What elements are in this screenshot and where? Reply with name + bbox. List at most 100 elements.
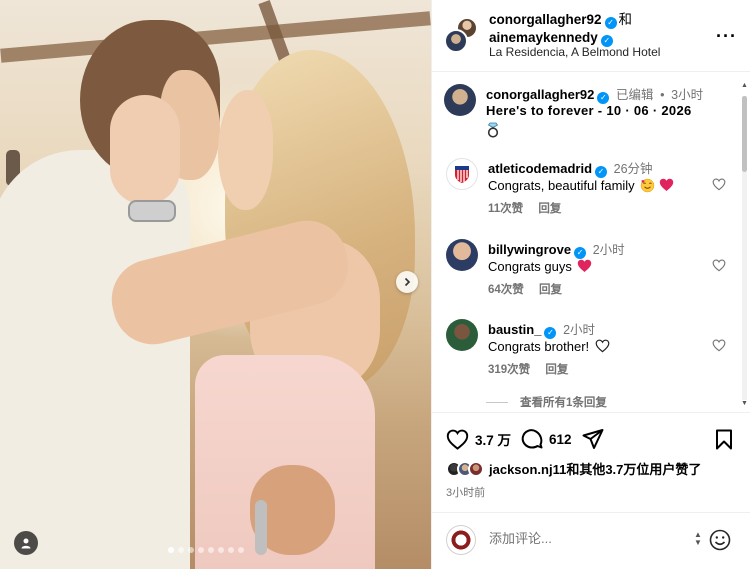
post-actions: 3.7 万 612 jackson.nj11和其他3.7万位用户赞了 3小时前 — [432, 412, 750, 512]
liked-by: jackson.nj11和其他3.7万位用户赞了 — [446, 459, 701, 478]
like-comment-button[interactable] — [712, 339, 726, 357]
photo-pergola-beam — [0, 11, 431, 63]
smiling-face-with-hearts-icon — [641, 178, 655, 193]
avatar[interactable] — [446, 239, 478, 271]
caption-time[interactable]: 3小时 — [671, 88, 703, 102]
comment-username[interactable]: atleticodemadrid — [488, 161, 592, 176]
carousel-dot[interactable] — [178, 547, 184, 553]
scroll-up-arrow-icon[interactable]: ▲ — [741, 82, 748, 89]
white-heart-icon — [595, 339, 610, 353]
comment-like-count[interactable]: 319次赞 — [488, 364, 530, 376]
comment-like-count[interactable]: 11次赞 — [488, 203, 523, 215]
caption-text: Here's to forever - 10 · 06 · 2026 — [486, 103, 692, 118]
post-timestamp[interactable]: 3小时前 — [446, 484, 485, 500]
replies-divider — [486, 401, 508, 403]
comment-reply-button[interactable]: 回复 — [538, 203, 561, 215]
comment-count[interactable]: 612 — [549, 432, 572, 447]
comment-body: Congrats, beautiful family — [488, 178, 635, 193]
avatar[interactable] — [468, 460, 484, 477]
post-side-panel: conorgallagher92 ✓ 和 ainemaykennedy ✓ La Re… — [431, 0, 750, 569]
comment-input[interactable] — [489, 531, 669, 546]
scroll-down-arrow-icon[interactable]: ▼ — [741, 400, 748, 407]
comment-username[interactable]: billywingrove — [488, 242, 571, 257]
club-crest-icon — [450, 529, 472, 551]
paper-plane-icon — [582, 429, 604, 449]
verified-badge-icon: ✓ — [595, 166, 608, 178]
carousel-dot[interactable] — [188, 547, 194, 553]
like-count[interactable]: 3.7 万 — [475, 429, 511, 449]
heart-outline-icon — [712, 259, 726, 272]
photo-watch — [128, 200, 176, 222]
carousel-dot[interactable] — [228, 547, 234, 553]
comment-item: baustin_ ✓ 2小时 Congrats brother! 319次赞 回复 — [444, 317, 744, 389]
carousel-next-button[interactable] — [396, 271, 418, 293]
location-link[interactable]: La Residencia, A Belmond Hotel — [489, 45, 660, 59]
comment-body: Congrats brother! — [488, 339, 590, 354]
avatar[interactable] — [446, 319, 478, 351]
photo-bracelet — [255, 500, 267, 555]
red-heart-icon — [659, 178, 674, 191]
view-replies-label: 查看所有1条回复 — [520, 397, 607, 409]
comment-time[interactable]: 26分钟 — [614, 162, 653, 176]
photo-woman-hand — [110, 95, 180, 205]
share-button[interactable] — [582, 428, 604, 450]
heart-outline-icon — [712, 178, 726, 191]
comment-username[interactable]: baustin_ — [488, 322, 541, 337]
comments-scrollbar[interactable]: ▲ ▼ — [739, 82, 749, 408]
resize-arrows-icon[interactable]: ▲ ▼ — [694, 531, 702, 547]
comment-button[interactable] — [521, 428, 543, 450]
tagged-users-button[interactable] — [14, 531, 38, 555]
avatar[interactable] — [444, 84, 476, 116]
carousel-dots — [168, 547, 244, 553]
smiley-face-icon — [709, 529, 731, 551]
emoji-picker-button[interactable] — [709, 529, 731, 556]
chevron-right-icon — [404, 277, 411, 287]
heart-outline-icon — [712, 339, 726, 352]
avatar[interactable] — [446, 158, 478, 190]
bookmark-icon — [716, 429, 732, 450]
comment-body: Congrats guys — [488, 259, 572, 274]
comment-meta: 319次赞 回复 — [488, 361, 580, 377]
comment-meta: 64次赞 回复 — [488, 281, 574, 297]
verified-badge-icon: ✓ — [574, 247, 587, 259]
carousel-dot[interactable] — [198, 547, 204, 553]
comment-text: Congrats brother! — [488, 339, 610, 354]
avatar — [446, 525, 476, 555]
comment-meta: 11次赞 回复 — [488, 200, 573, 216]
carousel-dot[interactable] — [238, 547, 244, 553]
comment-time[interactable]: 2小时 — [593, 243, 625, 257]
coauthor-username[interactable]: ainemaykennedy — [489, 30, 598, 45]
comment-item: billywingrove ✓ 2小时 Congrats guys 64次赞 回复 — [444, 237, 744, 309]
avatar-ainemaykennedy[interactable] — [444, 29, 468, 53]
caption-separator: • — [660, 88, 665, 102]
like-button[interactable] — [446, 429, 469, 450]
comment-item: atleticodemadrid ✓ 26分钟 Congrats, beautif… — [444, 156, 744, 228]
comment-bubble-icon — [521, 429, 543, 449]
carousel-dot[interactable] — [168, 547, 174, 553]
comment-time[interactable]: 2小时 — [563, 323, 595, 337]
scrollbar-thumb[interactable] — [742, 96, 747, 172]
comment-reply-button[interactable]: 回复 — [545, 364, 568, 376]
author-username[interactable]: conorgallagher92 — [489, 12, 602, 27]
carousel-dot[interactable] — [208, 547, 214, 553]
save-button[interactable] — [715, 429, 733, 455]
like-comment-button[interactable] — [712, 178, 726, 196]
like-comment-button[interactable] — [712, 259, 726, 277]
liked-by-others[interactable]: 和其他3.7万位用户赞了 — [566, 462, 701, 477]
comment-text: Congrats guys — [488, 259, 592, 274]
atletico-crest-icon — [455, 166, 469, 183]
comment-like-count[interactable]: 64次赞 — [488, 284, 524, 296]
post-header: conorgallagher92 ✓ 和 ainemaykennedy ✓ La Re… — [432, 0, 750, 72]
post-photo[interactable] — [0, 0, 431, 569]
comment-reply-button[interactable]: 回复 — [539, 284, 562, 296]
view-replies-button[interactable]: 查看所有1条回复 — [486, 394, 607, 410]
carousel-dot[interactable] — [218, 547, 224, 553]
verified-badge-icon: ✓ — [544, 327, 557, 339]
author-conjunction: 和 — [618, 12, 633, 27]
coauthor-avatars[interactable] — [444, 17, 478, 53]
more-options-icon[interactable]: ··· — [716, 26, 737, 47]
comments-section: conorgallagher92 ✓ 已编辑 • 3小时 Here's to fo… — [432, 72, 750, 412]
liked-by-username[interactable]: jackson.nj11 — [489, 462, 566, 477]
caption-username[interactable]: conorgallagher92 — [486, 87, 594, 102]
post-authors: conorgallagher92 ✓ 和 ainemaykennedy ✓ — [489, 11, 632, 47]
